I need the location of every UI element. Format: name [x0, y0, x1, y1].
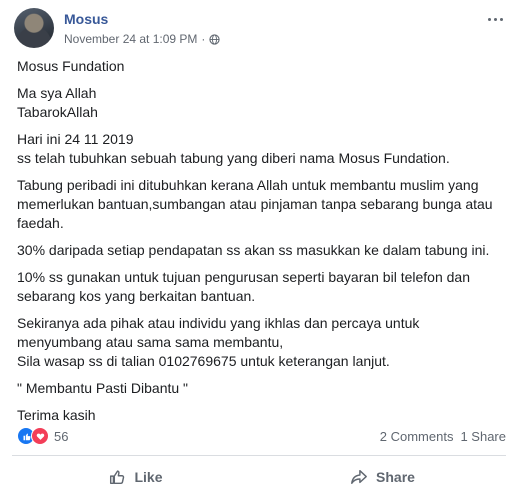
- post-paragraph: 10% ss gunakan untuk tujuan pengurusan s…: [17, 269, 470, 304]
- post-card: Mosus November 24 at 1:09 PM · Mosus Fun…: [0, 0, 518, 500]
- post-paragraph: Sekiranya ada pihak atau individu yang i…: [17, 315, 420, 369]
- post-header: Mosus November 24 at 1:09 PM ·: [14, 8, 504, 52]
- reactions-summary[interactable]: 56: [17, 427, 68, 445]
- post-paragraph: Hari ini 24 11 2019 ss telah tubuhkan se…: [17, 131, 450, 166]
- post-paragraph: 30% daripada setiap pendapatan ss akan s…: [17, 242, 490, 258]
- comments-link[interactable]: 2 Comments: [380, 429, 454, 444]
- post-body: Mosus Fundation Ma sya Allah TabarokAlla…: [17, 57, 507, 433]
- share-button[interactable]: Share: [259, 458, 506, 496]
- share-arrow-icon: [351, 469, 367, 485]
- divider: [12, 455, 506, 456]
- meta-separator: ·: [201, 32, 206, 46]
- shares-link[interactable]: 1 Share: [460, 429, 506, 444]
- post-paragraph: " Membantu Pasti Dibantu ": [17, 380, 189, 396]
- thumbs-up-icon: [110, 470, 125, 485]
- globe-icon[interactable]: [209, 33, 221, 45]
- reaction-count: 56: [54, 428, 69, 444]
- like-label: Like: [134, 469, 163, 485]
- post-meta: November 24 at 1:09 PM ·: [64, 32, 221, 46]
- action-bar: Like Share: [12, 458, 506, 496]
- post-paragraph: Terima kasih: [17, 407, 96, 423]
- post-paragraph: Mosus Fundation: [17, 58, 125, 74]
- reaction-stats: 56 2 Comments 1 Share: [17, 426, 506, 446]
- like-button[interactable]: Like: [12, 458, 259, 496]
- engagement-links: 2 Comments 1 Share: [380, 429, 506, 444]
- more-options-icon[interactable]: [486, 12, 504, 26]
- share-label: Share: [376, 469, 415, 485]
- post-paragraph: Tabung peribadi ini ditubuhkan kerana Al…: [17, 177, 493, 231]
- love-reaction-icon: [31, 427, 49, 445]
- post-timestamp[interactable]: November 24 at 1:09 PM: [64, 32, 197, 46]
- avatar[interactable]: [14, 8, 54, 48]
- post-paragraph: Ma sya Allah TabarokAllah: [17, 85, 98, 120]
- author-name[interactable]: Mosus: [64, 11, 108, 27]
